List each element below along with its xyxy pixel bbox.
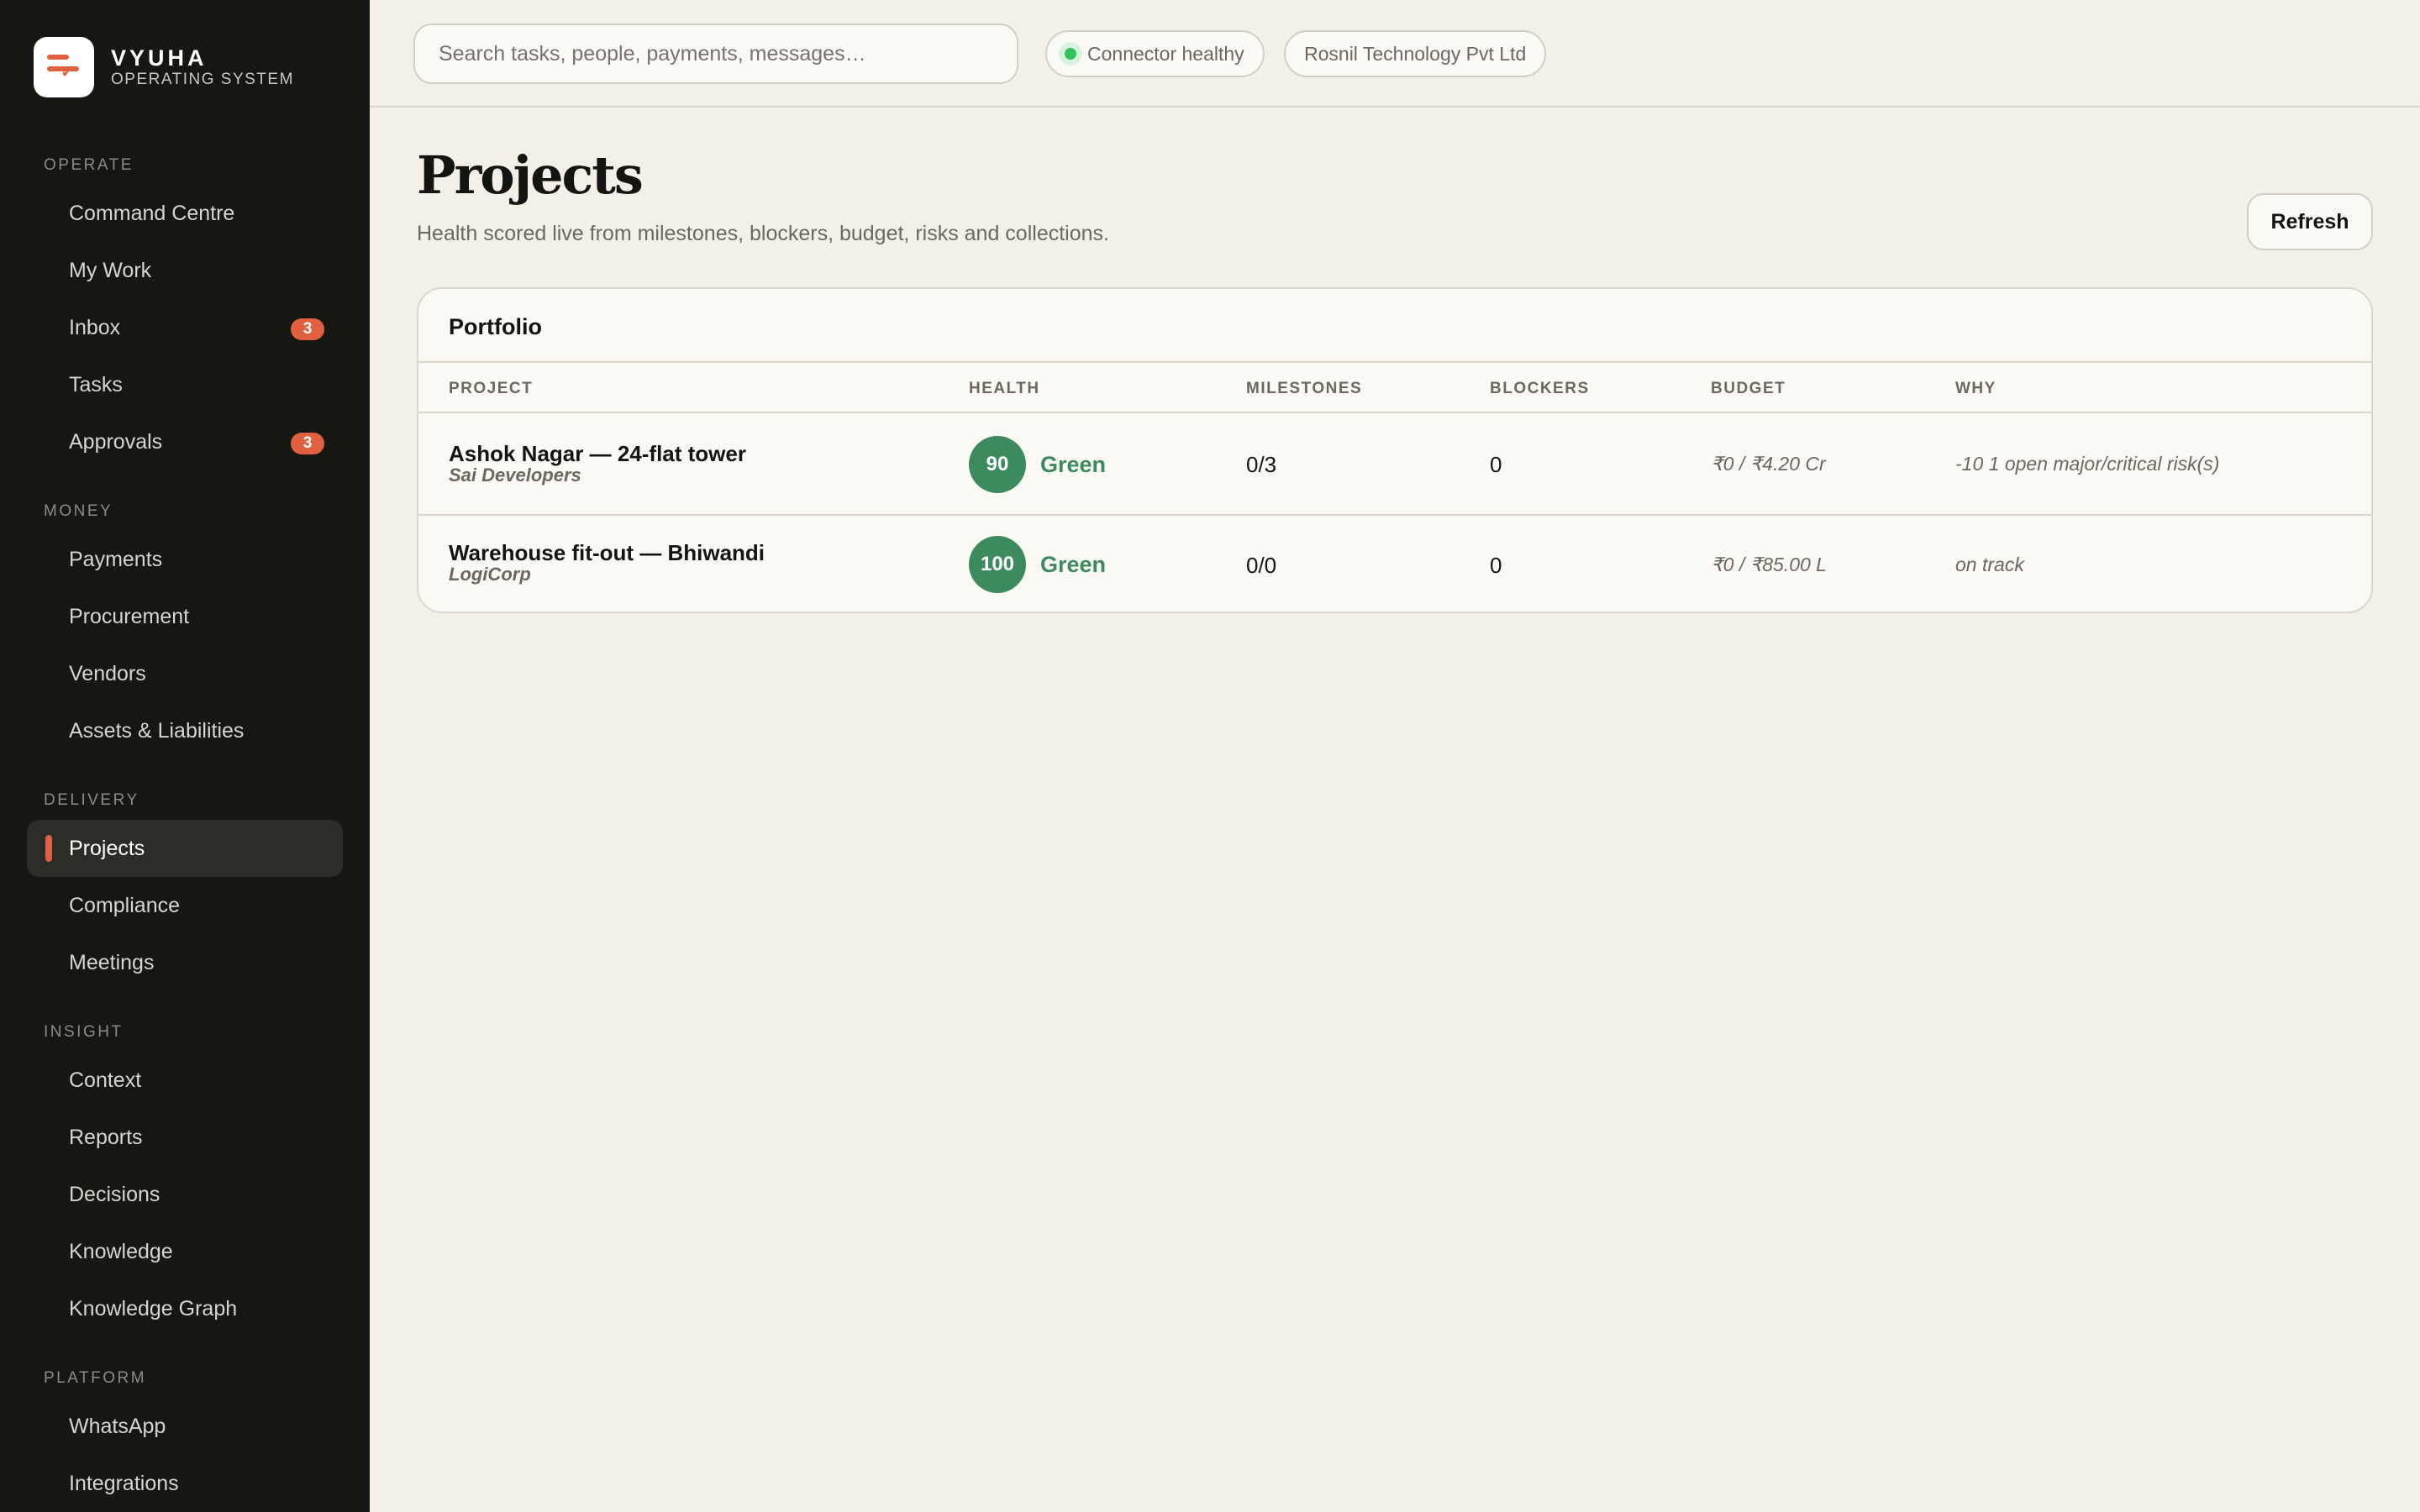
sidebar-item-inbox[interactable]: Inbox 3 <box>27 299 343 356</box>
page-subtitle: Health scored live from milestones, bloc… <box>417 222 1109 245</box>
section-label-delivery: DELIVERY <box>44 791 139 809</box>
section-label-platform: PLATFORM <box>44 1369 147 1387</box>
sidebar-item-reports[interactable]: Reports <box>27 1109 343 1166</box>
table-row[interactable]: Warehouse fit-out — Bhiwandi LogiCorp 10… <box>418 516 2371 612</box>
milestones-value: 0/0 <box>1246 553 1277 578</box>
organization-name: Rosnil Technology Pvt Ltd <box>1304 42 1527 65</box>
connector-status-text: Connector healthy <box>1087 42 1244 65</box>
section-label-insight: INSIGHT <box>44 1023 124 1041</box>
sidebar-item-label: Context <box>69 1068 142 1092</box>
project-cell: Ashok Nagar — 24-flat tower Sai Develope… <box>449 442 746 486</box>
brand-subtitle: OPERATING SYSTEM <box>111 71 294 88</box>
sidebar-item-label: Integrations <box>69 1471 179 1495</box>
page-title: Projects <box>417 144 644 206</box>
sidebar-item-label: Reports <box>69 1125 143 1149</box>
budget-value: ₹0 / ₹4.20 Cr <box>1711 453 1826 475</box>
project-cell: Warehouse fit-out — Bhiwandi LogiCorp <box>449 541 765 585</box>
health-score-badge: 100 <box>969 536 1026 593</box>
why-value: on track <box>1955 554 2024 575</box>
sidebar-item-label: Decisions <box>69 1182 160 1206</box>
health-cell: 100 Green <box>969 536 1106 593</box>
health-score-badge: 90 <box>969 436 1026 493</box>
sidebar-item-procurement[interactable]: Procurement <box>27 588 343 645</box>
sidebar-item-payments[interactable]: Payments <box>27 531 343 588</box>
sidebar-item-tasks[interactable]: Tasks <box>27 356 343 413</box>
search-input[interactable] <box>413 24 1018 84</box>
topbar: Connector healthy Rosnil Technology Pvt … <box>370 0 2420 108</box>
sidebar-item-label: Inbox <box>69 315 121 339</box>
table-row[interactable]: Ashok Nagar — 24-flat tower Sai Develope… <box>418 415 2371 514</box>
column-header-health: HEALTH <box>969 380 1040 397</box>
sidebar-item-label: Compliance <box>69 893 181 917</box>
column-header-milestones: MILESTONES <box>1246 380 1363 397</box>
blockers-value: 0 <box>1490 553 1502 578</box>
status-dot-icon <box>1059 42 1082 66</box>
brand[interactable]: ✓ VYUHA OPERATING SYSTEM <box>34 37 294 97</box>
health-status: Green <box>1040 551 1107 577</box>
milestones-value: 0/3 <box>1246 452 1277 477</box>
project-client: Sai Developers <box>449 465 581 486</box>
sidebar-item-integrations[interactable]: Integrations <box>27 1455 343 1512</box>
organization-switcher[interactable]: Rosnil Technology Pvt Ltd <box>1284 30 1547 77</box>
project-client: LogiCorp <box>449 564 531 585</box>
approvals-count-badge: 3 <box>291 433 324 454</box>
sidebar-item-label: Payments <box>69 547 163 571</box>
project-name[interactable]: Warehouse fit-out — Bhiwandi <box>449 541 765 564</box>
portfolio-card: Portfolio PROJECT HEALTH MILESTONES BLOC… <box>417 287 2373 613</box>
sidebar-item-label: Command Centre <box>69 201 235 225</box>
sidebar-item-label: Vendors <box>69 661 146 685</box>
health-cell: 90 Green <box>969 436 1106 493</box>
sidebar: ✓ VYUHA OPERATING SYSTEM OPERATE Command… <box>0 0 370 1512</box>
section-label-operate: OPERATE <box>44 156 134 174</box>
sidebar-item-command-centre[interactable]: Command Centre <box>27 185 343 242</box>
connector-status-pill[interactable]: Connector healthy <box>1045 30 1265 77</box>
sidebar-item-label: Knowledge Graph <box>69 1296 238 1320</box>
sidebar-item-decisions[interactable]: Decisions <box>27 1166 343 1223</box>
sidebar-item-label: Projects <box>69 836 145 860</box>
sidebar-item-label: My Work <box>69 258 152 282</box>
sidebar-item-meetings[interactable]: Meetings <box>27 934 343 991</box>
brand-name: VYUHA <box>111 45 208 71</box>
sidebar-item-my-work[interactable]: My Work <box>27 242 343 299</box>
vyuha-logo-icon: ✓ <box>34 37 94 97</box>
column-header-blockers: BLOCKERS <box>1490 380 1590 397</box>
sidebar-item-compliance[interactable]: Compliance <box>27 877 343 934</box>
sidebar-item-label: Meetings <box>69 950 155 974</box>
sidebar-item-context[interactable]: Context <box>27 1052 343 1109</box>
sidebar-item-approvals[interactable]: Approvals 3 <box>27 413 343 470</box>
sidebar-item-knowledge[interactable]: Knowledge <box>27 1223 343 1280</box>
why-value: -10 1 open major/critical risk(s) <box>1955 453 2220 475</box>
sidebar-item-label: Tasks <box>69 372 123 396</box>
table-header: PROJECT HEALTH MILESTONES BLOCKERS BUDGE… <box>418 361 2371 413</box>
budget-value: ₹0 / ₹85.00 L <box>1711 554 1827 575</box>
sidebar-item-whatsapp[interactable]: WhatsApp <box>27 1398 343 1455</box>
section-label-money: MONEY <box>44 502 113 520</box>
inbox-count-badge: 3 <box>291 318 324 340</box>
sidebar-item-label: Knowledge <box>69 1239 173 1263</box>
portfolio-title: Portfolio <box>449 314 542 339</box>
refresh-button[interactable]: Refresh <box>2247 193 2373 250</box>
sidebar-item-assets-liabilities[interactable]: Assets & Liabilities <box>27 702 343 759</box>
sidebar-item-label: Procurement <box>69 604 190 628</box>
health-status: Green <box>1040 451 1107 477</box>
sidebar-item-label: Assets & Liabilities <box>69 718 245 743</box>
active-marker <box>45 835 52 862</box>
column-header-project: PROJECT <box>449 380 534 397</box>
column-header-budget: BUDGET <box>1711 380 1786 397</box>
sidebar-item-label: WhatsApp <box>69 1414 166 1438</box>
blockers-value: 0 <box>1490 452 1502 477</box>
sidebar-item-knowledge-graph[interactable]: Knowledge Graph <box>27 1280 343 1337</box>
sidebar-item-label: Approvals <box>69 429 163 454</box>
project-name[interactable]: Ashok Nagar — 24-flat tower <box>449 442 746 465</box>
sidebar-item-vendors[interactable]: Vendors <box>27 645 343 702</box>
sidebar-item-projects[interactable]: Projects <box>27 820 343 877</box>
column-header-why: WHY <box>1955 380 1996 397</box>
